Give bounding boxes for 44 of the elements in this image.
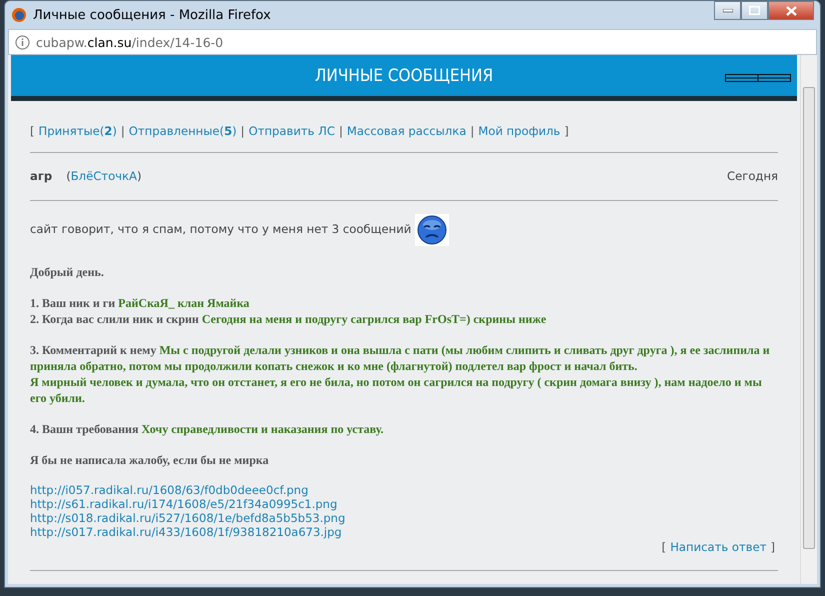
image-link[interactable]: http://s018.radikal.ru/i527/1608/1e/befd8a5b5b53.png <box>30 510 778 525</box>
scroll-thumb[interactable] <box>803 87 815 549</box>
paren: ( <box>66 168 71 186</box>
message-subject: агр <box>30 168 52 186</box>
message-paragraph: Я бы не написала жалобу, если бы не мирка <box>30 452 270 468</box>
separator: | <box>470 123 474 140</box>
bracket: [ <box>662 538 666 556</box>
image-link[interactable]: http://s61.radikal.ru/i174/1608/e5/21f34a0995c1.png <box>30 496 778 511</box>
bracket: ] <box>770 538 775 556</box>
nav-link[interactable]: Отправить ЛС <box>248 123 335 140</box>
address-bar[interactable]: cubapw.clan.su/index/14-16-0 <box>8 29 817 55</box>
info-icon[interactable] <box>15 34 30 50</box>
separator: | <box>240 123 245 140</box>
browser-logo-icon <box>11 7 27 23</box>
sender-link[interactable]: БлёСточкА <box>70 168 137 186</box>
message-paragraph: 1. Ваш ник и ги РайСкаЯ_ клан Ямайка 2. Когда вас слили ник и скрин Сегодня на меня и подругу сагрился вар FrOsT=) скрины ниже <box>30 294 548 327</box>
menu-icon[interactable] <box>725 72 791 84</box>
bracket: ] <box>564 123 569 140</box>
maximize-button[interactable] <box>741 1 768 20</box>
minimize-button[interactable] <box>714 1 741 20</box>
page-title: ЛИЧНЫЕ СООБЩЕНИЯ <box>314 66 494 86</box>
image-link[interactable]: http://s017.radikal.ru/i433/1608/1f/93818210a673.jpg <box>30 524 778 539</box>
separator: | <box>338 123 343 140</box>
image-link[interactable]: http://i057.radikal.ru/1608/63/f0db0deee0cf.png <box>30 482 778 497</box>
separator: | <box>120 123 125 140</box>
window-title: Личные сообщения - Mozilla Firefox <box>33 8 271 22</box>
message-text: сайт говорит, что я спам, потому что у меня нет 3 сообщений <box>30 221 412 238</box>
reply-link[interactable]: Написать ответ <box>670 538 766 556</box>
nav-link[interactable]: Массовая рассылка <box>346 123 466 140</box>
minimize-icon <box>722 8 732 12</box>
message-paragraph: Добрый день. <box>30 264 105 280</box>
message-date: Сегодня <box>727 168 778 186</box>
paren: ) <box>136 168 142 186</box>
scrollbar[interactable] <box>800 55 817 584</box>
sad-smiley-icon <box>415 214 450 246</box>
nav-link[interactable]: Мой профиль <box>478 123 560 140</box>
nav-link[interactable]: Отправленные(5) <box>128 123 237 140</box>
close-button[interactable] <box>768 1 814 20</box>
maximize-icon <box>749 6 760 15</box>
nav-link[interactable]: Принятые(2) <box>38 123 117 140</box>
close-icon <box>786 6 796 16</box>
message-paragraph: 4. Вашн требования Хочу справедливости и наказания по уставу. <box>30 420 384 437</box>
bracket: [ <box>30 123 35 140</box>
message-paragraph: 3. Комментарий к нему Мы с подругой делали узников и она вышла с пати (мы любим слипить и сливать друг друга ), я ее заслипила и приняла обратно, потом мы продолжили копать снежок и ко мне (флагнутой) подлетел вар фрост и начал бить. Я мирный человек и думала, что он отстанет, я его не била, но потом он сагрился на подругу ( скрин домага внизу ), нам надоело и мы его убили. <box>30 342 771 406</box>
